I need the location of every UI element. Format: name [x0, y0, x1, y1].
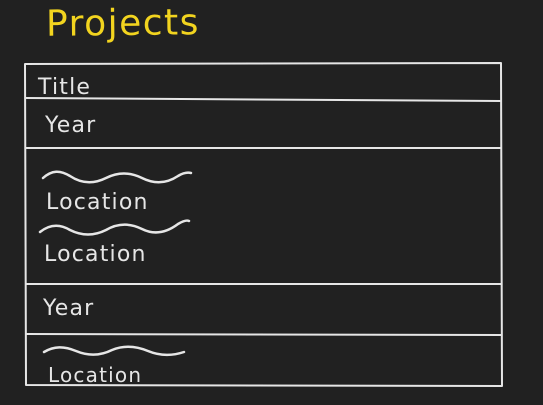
squiggle-placeholder [42, 345, 186, 357]
row-label-location: Location [44, 242, 147, 267]
row-label-year: Year [45, 113, 97, 138]
row-label-location: Location [46, 190, 149, 215]
row-label-year: Year [43, 296, 95, 321]
divider [25, 333, 502, 336]
outer-box [24, 62, 503, 387]
row-label-title: Title [38, 75, 92, 100]
row-label-location: Location [48, 363, 143, 387]
divider [25, 97, 502, 102]
squiggle-placeholder [41, 170, 193, 184]
squiggle-placeholder [38, 219, 191, 236]
